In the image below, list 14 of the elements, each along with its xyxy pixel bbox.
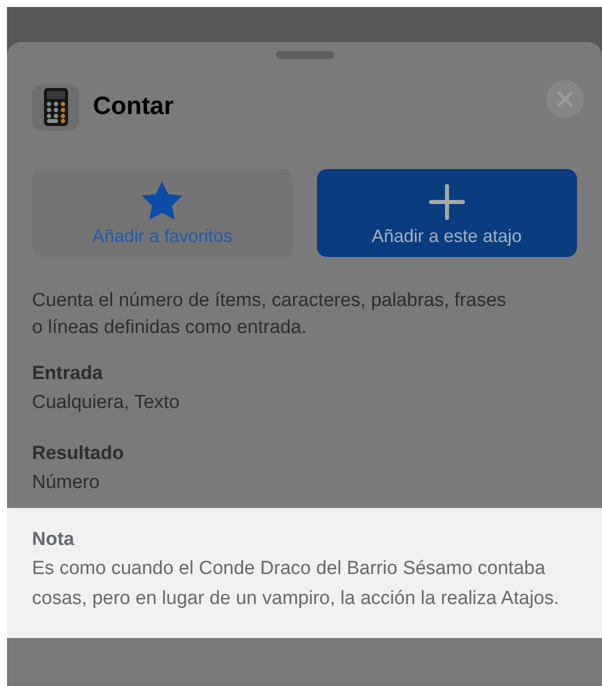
plus-icon bbox=[428, 183, 466, 221]
section-text: Es como cuando el Conde Draco del Barrio Sésamo contaba cosas, pero en lugar de un vampiro, la acción la realiza Atajos. bbox=[32, 557, 560, 611]
sheet-title: Contar bbox=[93, 91, 174, 122]
section-text: Número bbox=[32, 471, 101, 495]
calculator-icon bbox=[32, 84, 79, 130]
section-heading: Resultado bbox=[32, 442, 125, 466]
close-button[interactable] bbox=[546, 80, 584, 118]
section-text: Cualquiera, Texto bbox=[32, 391, 181, 415]
section-heading: Nota bbox=[32, 528, 76, 552]
section-heading: Entrada bbox=[32, 362, 104, 386]
star-icon bbox=[141, 181, 184, 221]
drag-handle[interactable] bbox=[276, 51, 334, 59]
description-text: Cuenta el número de ítems, caracteres, palabras, frases o líneas definidas como entrada. bbox=[31, 289, 508, 340]
add-to-shortcut-button[interactable]: Añadir a este atajo bbox=[316, 169, 577, 257]
